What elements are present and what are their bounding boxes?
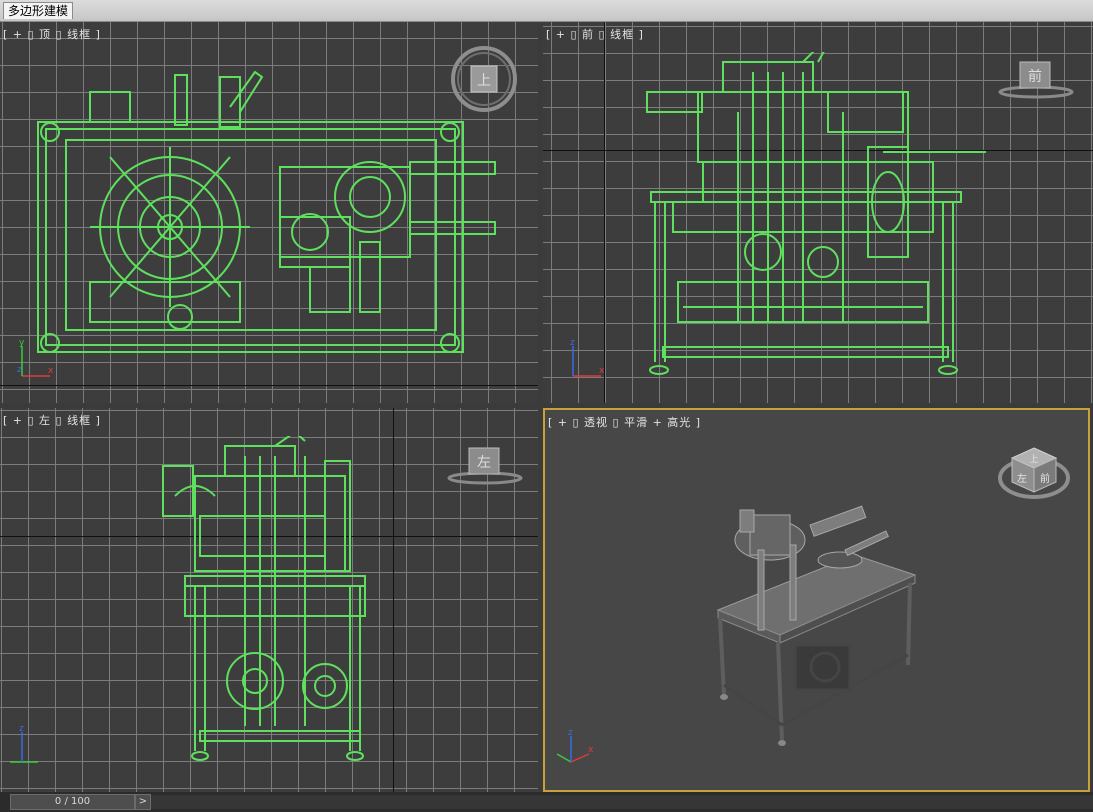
viewcube-face-label: 上 — [1029, 454, 1038, 465]
viewcube-face-label: 左 — [477, 455, 491, 471]
svg-text:y: y — [19, 340, 25, 348]
ribbon-tab-polygon-modeling[interactable]: 多边形建模 — [3, 2, 74, 19]
viewport-perspective[interactable]: [ + ▯ 透视 ▯ 平滑 + 高光 ] 上 左 前 z x — [543, 408, 1090, 792]
svg-text:x: x — [588, 745, 594, 755]
svg-text:z: z — [568, 728, 573, 738]
viewcube-face-label: 前 — [1040, 472, 1050, 485]
next-frame-button[interactable]: > — [135, 794, 151, 810]
viewport-left[interactable]: [ + ▯ 左 ▯ 线框 ] 左 z — [0, 408, 538, 792]
svg-text:x: x — [599, 366, 605, 376]
wireframe-model-left[interactable] — [155, 436, 380, 766]
wireframe-model-top[interactable] — [30, 67, 505, 362]
svg-text:z: z — [19, 726, 24, 734]
svg-text:z: z — [570, 340, 575, 348]
svg-text:z: z — [17, 365, 22, 375]
viewport-label[interactable]: [ + ▯ 顶 ▯ 线框 ] — [3, 26, 101, 42]
axis-tripod-icon: z — [10, 726, 38, 763]
svg-text:x: x — [48, 366, 54, 376]
viewport-label[interactable]: [ + ▯ 前 ▯ 线框 ] — [546, 26, 644, 42]
shaded-machine-model[interactable] — [710, 505, 925, 750]
world-axis-line — [0, 385, 538, 386]
axis-tripod-icon: z x — [556, 728, 594, 763]
axis-tripod-icon: z x — [570, 340, 605, 377]
time-slider[interactable]: 0 / 100 — [10, 794, 135, 810]
viewport-label[interactable]: [ + ▯ 透视 ▯ 平滑 + 高光 ] — [548, 414, 701, 430]
viewport-label[interactable]: [ + ▯ 左 ▯ 线框 ] — [3, 412, 101, 428]
world-axis-line — [393, 408, 394, 792]
timeline-track[interactable] — [151, 795, 1093, 809]
viewport-front[interactable]: [ + ▯ 前 ▯ 线框 ] 前 z x — [543, 22, 1093, 403]
viewcube-icon[interactable]: 上 左 前 — [998, 440, 1073, 505]
viewcube-icon[interactable]: 前 — [996, 60, 1076, 104]
viewcube-face-label: 左 — [1017, 472, 1027, 485]
viewcube-icon[interactable]: 左 — [445, 446, 525, 490]
viewport-top[interactable]: [ + ▯ 顶 ▯ 线框 ] 上 y x z — [0, 22, 538, 403]
wireframe-model-front[interactable] — [643, 52, 993, 382]
ribbon-bar: 多边形建模 — [0, 0, 1093, 22]
viewcube-face-label: 前 — [1028, 68, 1042, 85]
